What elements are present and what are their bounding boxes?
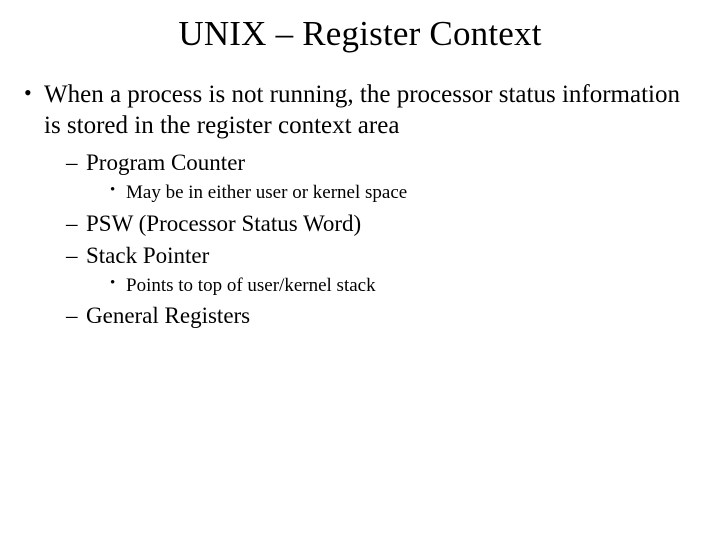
bullet-list: When a process is not running, the proce…	[0, 80, 720, 331]
sub-item: Stack Pointer Points to top of user/kern…	[66, 240, 700, 299]
sub-item: PSW (Processor Status Word)	[66, 208, 700, 239]
subsub-list: Points to top of user/kernel stack	[86, 273, 700, 299]
slide-title: UNIX – Register Context	[0, 14, 720, 54]
subsub-text: Points to top of user/kernel stack	[126, 275, 376, 296]
subsub-item: Points to top of user/kernel stack	[110, 273, 700, 299]
slide: UNIX – Register Context When a process i…	[0, 0, 720, 540]
bullet-text: When a process is not running, the proce…	[44, 81, 680, 139]
sub-text: Program Counter	[86, 150, 245, 175]
sub-text: Stack Pointer	[86, 243, 209, 268]
sub-item: Program Counter May be in either user or…	[66, 147, 700, 206]
sub-item: General Registers	[66, 300, 700, 331]
bullet-item: When a process is not running, the proce…	[20, 80, 700, 331]
sub-text: PSW (Processor Status Word)	[86, 211, 361, 236]
subsub-list: May be in either user or kernel space	[86, 180, 700, 206]
subsub-text: May be in either user or kernel space	[126, 182, 407, 203]
subsub-item: May be in either user or kernel space	[110, 180, 700, 206]
sub-text: General Registers	[86, 303, 250, 328]
sub-list: Program Counter May be in either user or…	[44, 147, 700, 331]
